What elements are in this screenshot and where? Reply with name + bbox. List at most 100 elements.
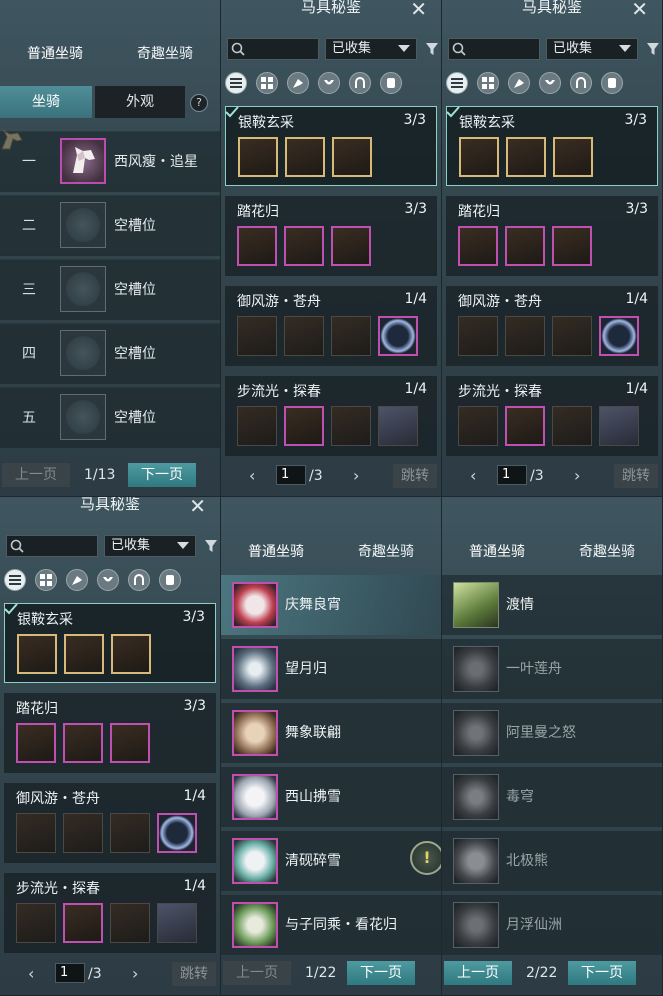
- close-icon[interactable]: ✕: [410, 0, 427, 21]
- mount-list-item[interactable]: 与子同乘・看花归: [221, 895, 441, 955]
- harness-item-icon[interactable]: [284, 226, 324, 266]
- harness-item-icon[interactable]: [16, 903, 56, 943]
- harness-item-icon[interactable]: [458, 316, 498, 356]
- harness-item-icon[interactable]: [378, 406, 418, 446]
- harness-item-icon[interactable]: [506, 137, 546, 177]
- search-input[interactable]: [448, 38, 540, 60]
- filter-icon[interactable]: [646, 42, 660, 56]
- mount-slot-2[interactable]: 二 空槽位: [0, 195, 220, 256]
- saddle-icon[interactable]: [539, 72, 561, 94]
- prev-page-button[interactable]: 上一页: [223, 961, 291, 985]
- horseshoe-icon[interactable]: [570, 72, 592, 94]
- harness-item-icon[interactable]: [505, 316, 545, 356]
- harness-set-card[interactable]: 步流光・探春 1/4: [4, 873, 216, 953]
- next-page-button[interactable]: 下一页: [347, 961, 415, 985]
- tab-normal-mounts[interactable]: 普通坐骑: [221, 536, 331, 568]
- tab-normal-mounts[interactable]: 普通坐骑: [442, 536, 552, 568]
- menu-icon[interactable]: [4, 569, 26, 591]
- search-input[interactable]: [6, 535, 98, 557]
- harness-item-icon[interactable]: [599, 406, 639, 446]
- head-gear-icon[interactable]: [508, 72, 530, 94]
- next-page-button[interactable]: 下一页: [568, 961, 636, 985]
- saddle-icon[interactable]: [97, 569, 119, 591]
- mount-list-item[interactable]: 阿里曼之怒: [442, 703, 662, 763]
- harness-set-card[interactable]: 御风游・苍舟 1/4: [446, 286, 658, 366]
- tab-fun-mounts[interactable]: 奇趣坐骑: [552, 536, 662, 568]
- mount-slot-5[interactable]: 五 空槽位: [0, 387, 220, 448]
- harness-item-icon[interactable]: [238, 137, 278, 177]
- chevron-left-icon[interactable]: ‹: [28, 962, 34, 986]
- tab-normal-mounts[interactable]: 普通坐骑: [0, 38, 110, 70]
- caparison-icon[interactable]: [380, 72, 402, 94]
- close-icon[interactable]: ✕: [631, 0, 648, 21]
- harness-item-icon[interactable]: [459, 137, 499, 177]
- alert-icon[interactable]: !: [410, 841, 441, 875]
- horseshoe-icon[interactable]: [128, 569, 150, 591]
- harness-item-icon[interactable]: [110, 723, 150, 763]
- filter-icon[interactable]: [425, 42, 439, 56]
- harness-item-icon[interactable]: [331, 226, 371, 266]
- harness-item-icon[interactable]: [284, 406, 324, 446]
- chevron-left-icon[interactable]: ‹: [249, 464, 255, 488]
- harness-item-icon[interactable]: [378, 316, 418, 356]
- harness-set-card[interactable]: 银鞍玄采 3/3: [446, 106, 658, 186]
- tab-fun-mounts[interactable]: 奇趣坐骑: [331, 536, 441, 568]
- harness-item-icon[interactable]: [110, 813, 150, 853]
- harness-item-icon[interactable]: [16, 723, 56, 763]
- harness-item-icon[interactable]: [63, 723, 103, 763]
- tab-fun-mounts[interactable]: 奇趣坐骑: [110, 38, 220, 70]
- mount-list-item[interactable]: 西山拂雪: [221, 767, 441, 827]
- page-input[interactable]: 1: [55, 963, 85, 983]
- harness-item-icon[interactable]: [458, 226, 498, 266]
- help-icon[interactable]: ?: [190, 94, 208, 112]
- close-icon[interactable]: ✕: [189, 497, 206, 518]
- chevron-left-icon[interactable]: ‹: [470, 464, 476, 488]
- mount-list-item[interactable]: 望月归: [221, 639, 441, 699]
- caparison-icon[interactable]: [601, 72, 623, 94]
- harness-item-icon[interactable]: [552, 406, 592, 446]
- jump-button[interactable]: 跳转: [393, 464, 437, 488]
- harness-item-icon[interactable]: [17, 634, 57, 674]
- harness-set-card[interactable]: 步流光・探春 1/4: [225, 376, 437, 456]
- harness-item-icon[interactable]: [331, 406, 371, 446]
- menu-icon[interactable]: [446, 72, 468, 94]
- chevron-right-icon[interactable]: ›: [132, 962, 138, 986]
- tab-appearance[interactable]: 外观: [95, 86, 185, 118]
- harness-item-icon[interactable]: [64, 634, 104, 674]
- chevron-right-icon[interactable]: ›: [574, 464, 580, 488]
- mount-slot-1[interactable]: 一 西风瘦・追星: [0, 131, 220, 192]
- harness-item-icon[interactable]: [332, 137, 372, 177]
- mount-list-item[interactable]: 渡情: [442, 575, 662, 635]
- mount-slot-4[interactable]: 四 空槽位: [0, 323, 220, 384]
- next-page-button[interactable]: 下一页: [128, 463, 196, 487]
- mount-list-item[interactable]: 北极熊: [442, 831, 662, 891]
- harness-item-icon[interactable]: [157, 813, 197, 853]
- harness-item-icon[interactable]: [285, 137, 325, 177]
- harness-item-icon[interactable]: [111, 634, 151, 674]
- saddle-icon[interactable]: [318, 72, 340, 94]
- harness-item-icon[interactable]: [157, 903, 197, 943]
- harness-item-icon[interactable]: [599, 316, 639, 356]
- head-gear-icon[interactable]: [287, 72, 309, 94]
- harness-item-icon[interactable]: [63, 903, 103, 943]
- tab-mount[interactable]: 坐骑: [0, 86, 92, 118]
- harness-set-card[interactable]: 步流光・探春 1/4: [446, 376, 658, 456]
- harness-item-icon[interactable]: [16, 813, 56, 853]
- harness-set-card[interactable]: 银鞍玄采 3/3: [4, 603, 216, 683]
- harness-item-icon[interactable]: [505, 226, 545, 266]
- menu-icon[interactable]: [225, 72, 247, 94]
- mount-list-item[interactable]: 舞象联翩: [221, 703, 441, 763]
- prev-page-button[interactable]: 上一页: [444, 961, 512, 985]
- mount-list-item[interactable]: 月浮仙洲: [442, 895, 662, 955]
- harness-set-card[interactable]: 御风游・苍舟 1/4: [225, 286, 437, 366]
- harness-item-icon[interactable]: [63, 813, 103, 853]
- mount-list-item[interactable]: 一叶莲舟: [442, 639, 662, 699]
- mount-slot-3[interactable]: 三 空槽位: [0, 259, 220, 320]
- harness-item-icon[interactable]: [237, 226, 277, 266]
- harness-set-card[interactable]: 踏花归 3/3: [446, 196, 658, 276]
- collected-filter-dropdown[interactable]: 已收集: [546, 38, 638, 60]
- mount-list-item[interactable]: 庆舞良宵: [221, 575, 441, 635]
- grid-icon[interactable]: [477, 72, 499, 94]
- page-input[interactable]: 1: [497, 465, 527, 485]
- prev-page-button[interactable]: 上一页: [2, 463, 70, 487]
